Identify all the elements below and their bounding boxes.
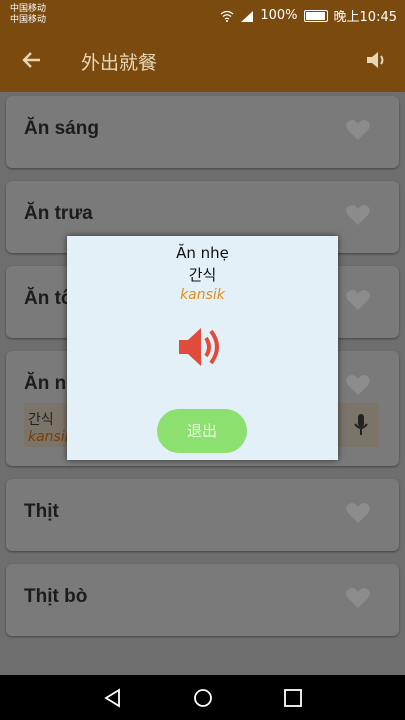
battery-icon <box>303 9 328 22</box>
app-bar: 外出就餐 <box>0 28 405 92</box>
home-circle-icon[interactable] <box>192 687 214 709</box>
heart-icon[interactable] <box>345 203 371 227</box>
dialog-korean-text: 간식 <box>188 266 217 284</box>
arrow-left-icon[interactable] <box>20 48 44 72</box>
heart-icon[interactable] <box>345 118 371 142</box>
heart-icon[interactable] <box>345 288 371 312</box>
system-nav-bar <box>0 675 405 720</box>
list-item[interactable]: Thịt <box>6 479 399 551</box>
signal-icon <box>240 10 254 22</box>
battery-percent: 100% <box>260 8 298 23</box>
exit-button[interactable]: 退出 <box>157 409 247 453</box>
page-title: 外出就餐 <box>81 52 158 74</box>
status-bar: 中国移动 中国移动 100% 晚上10:45 <box>0 0 405 28</box>
clock: 晚上10:45 <box>333 10 397 25</box>
back-triangle-icon[interactable] <box>102 687 124 709</box>
carrier-label: 中国移动 <box>10 15 47 25</box>
dialog-title: Ăn nhẹ <box>176 244 229 262</box>
heart-icon[interactable] <box>345 586 371 610</box>
korean-text: 간식 <box>28 412 54 428</box>
item-label: Ăn sáng <box>24 118 99 139</box>
status-icons: 100% 晚上10:45 <box>220 6 397 25</box>
volume-icon[interactable] <box>365 48 389 72</box>
heart-icon[interactable] <box>345 373 371 397</box>
recents-square-icon[interactable] <box>282 687 304 709</box>
pronunciation-dialog: Ăn nhẹ 간식 kansik 退出 <box>67 236 338 460</box>
dialog-romanization: kansik <box>180 287 225 303</box>
list-item[interactable]: Thịt bò <box>6 564 399 636</box>
speaker-icon[interactable] <box>177 323 227 371</box>
carrier-label: 中国移动 <box>10 4 47 14</box>
item-label: Thịt <box>24 501 59 522</box>
list-item[interactable]: Ăn sáng <box>6 96 399 168</box>
item-label: Ăn trưa <box>24 203 93 224</box>
wifi-icon <box>220 10 234 22</box>
item-label: Thịt bò <box>24 586 88 607</box>
heart-icon[interactable] <box>345 501 371 525</box>
microphone-icon[interactable] <box>353 413 369 437</box>
